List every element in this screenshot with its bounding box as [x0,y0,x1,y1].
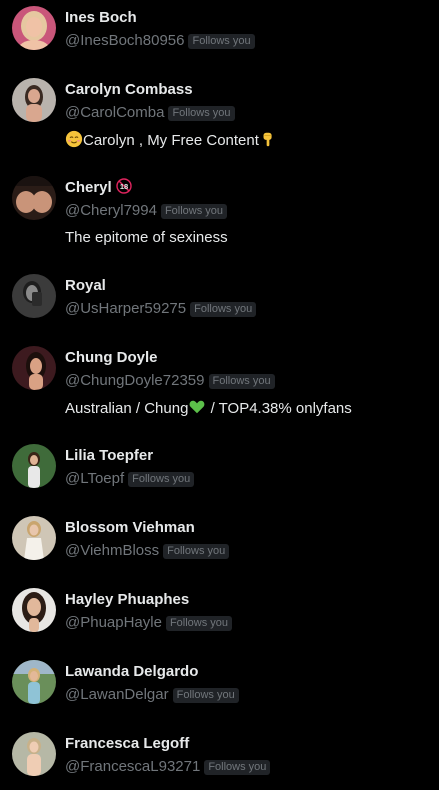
user-cell[interactable]: Royal @UsHarper59275 Follows you [0,270,439,330]
handle-line: @ChungDoyle72359 Follows you [65,371,275,391]
bio-text: Australian / Chung [65,400,189,417]
display-name[interactable]: Blossom Viehman [65,518,195,538]
avatar[interactable] [12,346,56,390]
avatar-image [12,176,56,220]
avatar[interactable] [12,732,56,776]
display-name[interactable]: Chung Doyle [65,348,158,368]
username[interactable]: @Cheryl7994 [65,201,157,221]
display-name[interactable]: Cheryl 18 [65,178,132,198]
display-name[interactable]: Hayley Phuaphes [65,590,189,610]
avatar-image [12,588,56,632]
follows-you-badge: Follows you [188,33,255,49]
display-name[interactable]: Lilia Toepfer [65,446,153,466]
follows-you-badge: Follows you [128,471,195,487]
username[interactable]: @ChungDoyle72359 [65,371,205,391]
display-name[interactable]: Lawanda Delgardo [65,662,198,682]
display-name[interactable]: Carolyn Combass [65,80,193,100]
handle-line: @CarolComba Follows you [65,103,235,123]
backhand-index-pointing-down-emoji [259,130,277,148]
username[interactable]: @UsHarper59275 [65,299,186,319]
user-cell[interactable]: Carolyn Combass @CarolComba Follows you … [0,74,439,164]
display-name[interactable]: Francesca Legoff [65,734,189,754]
green-heart-emoji [188,398,206,416]
avatar-image [12,732,56,776]
handle-line: @PhuapHayle Follows you [65,613,233,633]
user-cell[interactable]: Francesca Legoff @FrancescaL93271 Follow… [0,728,439,788]
user-cell[interactable]: Lilia Toepfer @LToepf Follows you [0,440,439,500]
follows-you-badge: Follows you [208,373,275,389]
follows-you-badge: Follows you [165,615,233,631]
avatar[interactable] [12,176,56,220]
bio-text: / TOP4.38% onlyfans [206,400,352,417]
user-cell[interactable]: Hayley Phuaphes @PhuapHayle Follows you [0,584,439,644]
age-badge-label: 18 [120,182,128,191]
username[interactable]: @InesBoch80956 [65,31,184,51]
display-name-text: Cheryl [65,179,112,196]
bio: Carolyn , My Free Content [65,130,277,151]
username[interactable]: @LawanDelgar [65,685,169,705]
avatar-image [12,346,56,390]
handle-line: @UsHarper59275 Follows you [65,299,257,319]
follows-you-badge: Follows you [190,301,257,317]
username[interactable]: @CarolComba [65,103,164,123]
display-name[interactable]: Royal [65,276,106,296]
avatar-image [12,516,56,560]
no-one-under-eighteen-icon: 18 [115,178,132,194]
avatar[interactable] [12,444,56,488]
handle-line: @Cheryl7994 Follows you [65,201,228,221]
relieved-face-emoji [65,130,83,148]
follows-you-badge: Follows you [172,687,239,703]
user-cell[interactable]: Cheryl 18 @Cheryl7994 Follows you The ep… [0,172,439,262]
avatar-image [12,660,56,704]
handle-line: @InesBoch80956 Follows you [65,31,255,51]
avatar-image [12,444,56,488]
avatar[interactable] [12,588,56,632]
handle-line: @LToepf Follows you [65,469,195,489]
avatar[interactable] [12,516,56,560]
avatar-image [12,274,56,318]
username[interactable]: @PhuapHayle [65,613,162,633]
avatar-image [12,6,56,50]
avatar[interactable] [12,660,56,704]
follows-you-badge: Follows you [160,203,228,219]
bio: Australian / Chung / TOP4.38% onlyfans [65,398,352,419]
follows-you-badge: Follows you [168,105,235,121]
bio-text: Carolyn , My Free Content [83,132,259,149]
user-cell[interactable]: Lawanda Delgardo @LawanDelgar Follows yo… [0,656,439,716]
follower-list: Ines Boch @InesBoch80956 Follows you Car… [0,0,439,790]
handle-line: @FrancescaL93271 Follows you [65,757,271,777]
avatar[interactable] [12,78,56,122]
display-name[interactable]: Ines Boch [65,8,137,28]
avatar[interactable] [12,6,56,50]
handle-line: @LawanDelgar Follows you [65,685,239,705]
user-cell[interactable]: Chung Doyle @ChungDoyle72359 Follows you… [0,342,439,432]
bio: The epitome of sexiness [65,229,228,246]
user-cell[interactable]: Blossom Viehman @ViehmBloss Follows you [0,512,439,572]
username[interactable]: @ViehmBloss [65,541,159,561]
handle-line: @ViehmBloss Follows you [65,541,230,561]
user-cell[interactable]: Ines Boch @InesBoch80956 Follows you [0,2,439,62]
follows-you-badge: Follows you [204,759,271,775]
username[interactable]: @LToepf [65,469,124,489]
avatar-image [12,78,56,122]
follows-you-badge: Follows you [163,543,230,559]
username[interactable]: @FrancescaL93271 [65,757,200,777]
avatar[interactable] [12,274,56,318]
